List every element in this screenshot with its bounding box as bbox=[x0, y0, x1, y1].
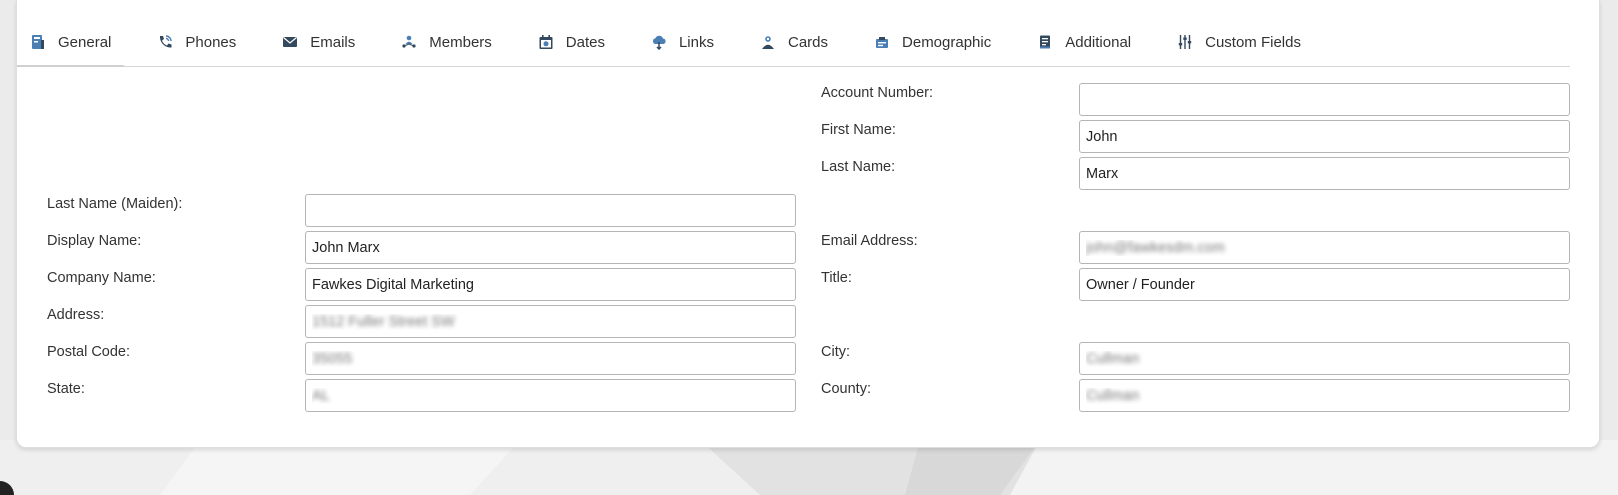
tab-label: Custom Fields bbox=[1205, 33, 1301, 51]
tab-additional[interactable]: Additional bbox=[1024, 18, 1144, 66]
email-address-label: Email Address: bbox=[821, 233, 918, 249]
first-name-label: First Name: bbox=[821, 122, 896, 138]
county-label: County: bbox=[821, 381, 871, 397]
members-icon bbox=[402, 35, 416, 48]
county-input[interactable] bbox=[1079, 379, 1570, 412]
tab-label: Phones bbox=[185, 33, 237, 51]
tab-emails[interactable]: Emails bbox=[269, 18, 368, 66]
maiden-name-input[interactable] bbox=[305, 194, 796, 227]
email-address-input[interactable] bbox=[1079, 231, 1570, 264]
phone-icon bbox=[160, 35, 173, 48]
tab-label: Cards bbox=[788, 33, 829, 51]
tab-label: General bbox=[58, 33, 112, 51]
city-label: City: bbox=[821, 344, 850, 360]
maiden-name-label: Last Name (Maiden): bbox=[47, 196, 183, 212]
tab-phones[interactable]: Phones bbox=[144, 18, 249, 66]
tab-demographic[interactable]: Demographic bbox=[861, 18, 1004, 66]
address-label: Address: bbox=[47, 307, 105, 323]
tab-cards[interactable]: Cards bbox=[747, 18, 841, 66]
postal-code-label: Postal Code: bbox=[47, 344, 131, 360]
last-name-input[interactable] bbox=[1079, 157, 1570, 190]
tab-links[interactable]: Links bbox=[638, 18, 727, 66]
envelope-icon bbox=[283, 37, 298, 47]
cards-icon bbox=[762, 36, 774, 49]
tab-custom-fields[interactable]: Custom Fields bbox=[1164, 18, 1314, 66]
tab-members[interactable]: Members bbox=[388, 18, 505, 66]
title-input[interactable] bbox=[1079, 268, 1570, 301]
city-input[interactable] bbox=[1079, 342, 1570, 375]
last-name-label: Last Name: bbox=[821, 159, 896, 175]
address-input[interactable] bbox=[305, 305, 796, 338]
company-name-input[interactable] bbox=[305, 268, 796, 301]
account-number-label: Account Number: bbox=[821, 85, 934, 101]
company-name-label: Company Name: bbox=[47, 270, 156, 286]
display-name-input[interactable] bbox=[305, 231, 796, 264]
postal-code-input[interactable] bbox=[305, 342, 796, 375]
tab-bar: General Phones Emails Members Dates Link… bbox=[17, 18, 1570, 67]
tab-dates[interactable]: Dates bbox=[525, 18, 618, 66]
tab-label: Dates bbox=[565, 33, 605, 51]
calendar-icon bbox=[539, 35, 553, 49]
first-name-input[interactable] bbox=[1079, 120, 1570, 153]
account-number-input[interactable] bbox=[1079, 83, 1570, 116]
state-label: State: bbox=[47, 381, 85, 397]
display-name-label: Display Name: bbox=[47, 233, 142, 249]
title-label: Title: bbox=[821, 270, 852, 286]
general-icon bbox=[32, 35, 44, 49]
demographic-icon bbox=[876, 37, 889, 48]
tab-label: Emails bbox=[310, 33, 356, 51]
tab-label: Links bbox=[678, 33, 714, 51]
cloud-link-icon bbox=[652, 35, 666, 50]
state-input[interactable] bbox=[305, 379, 796, 412]
additional-icon bbox=[1040, 35, 1051, 49]
sliders-icon bbox=[1178, 35, 1192, 49]
tab-label: Demographic bbox=[902, 33, 992, 51]
tab-label: Members bbox=[429, 33, 492, 51]
tab-general[interactable]: General bbox=[17, 18, 125, 67]
tab-label: Additional bbox=[1065, 33, 1132, 51]
